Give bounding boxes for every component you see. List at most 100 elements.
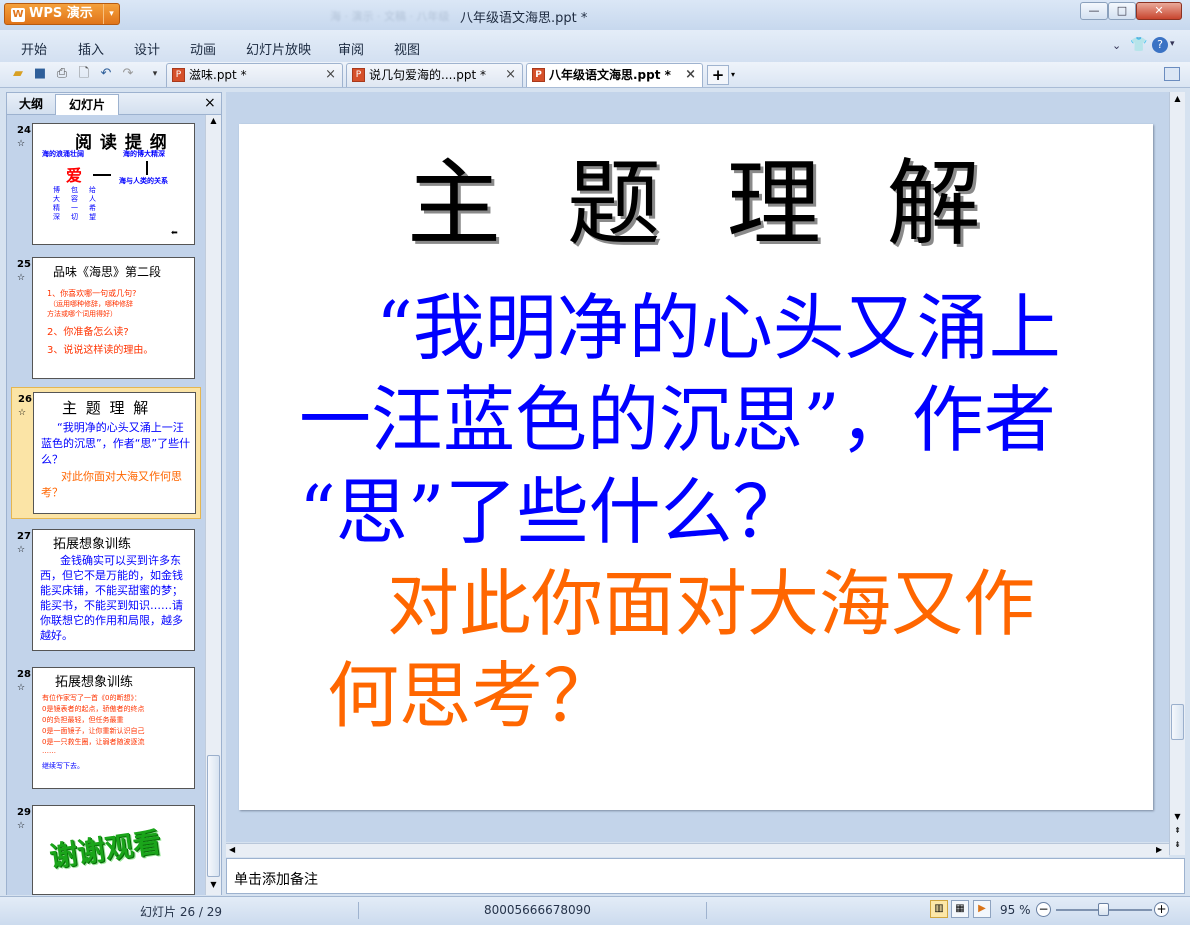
window-layout-icon[interactable] bbox=[1164, 67, 1180, 81]
menu-slideshow[interactable]: 幻灯片放映 bbox=[246, 39, 311, 58]
thumb-text: 3、说说这样读的理由。 bbox=[47, 345, 154, 356]
current-slide[interactable]: 主 题 理 解 “我明净的心头又涌上 一汪蓝色的沉思”，作者 “思”了些什么？ … bbox=[239, 124, 1153, 810]
tab-doc-3[interactable]: P 八年级语文海思.ppt * × bbox=[526, 63, 703, 87]
minimize-button[interactable]: — bbox=[1080, 2, 1108, 20]
previous-slide-icon[interactable]: ⇞ bbox=[1171, 826, 1184, 839]
horizontal-scrollbar[interactable]: ◀ ▶ bbox=[226, 843, 1169, 857]
slide-scrollbar[interactable]: ▲ ▼ ⇞ ⇟ bbox=[1169, 92, 1185, 855]
next-slide-icon[interactable]: ⇟ bbox=[1171, 840, 1184, 853]
ribbon-collapse-icon[interactable]: ⌄ bbox=[1112, 39, 1121, 52]
zoom-slider-thumb[interactable] bbox=[1098, 903, 1109, 916]
scroll-up-icon[interactable]: ▲ bbox=[207, 116, 220, 129]
status-info: 80005666678090 bbox=[484, 903, 591, 917]
print-icon[interactable]: ⎙ bbox=[54, 66, 70, 82]
skin-shirt-icon[interactable]: 👕 bbox=[1130, 37, 1147, 53]
status-divider bbox=[706, 902, 707, 919]
thumb-text: 2、你准备怎么读? bbox=[47, 327, 129, 338]
scroll-down-icon[interactable]: ▼ bbox=[1171, 812, 1184, 825]
app-menu-button[interactable]: W WPS 演示 ▾ bbox=[4, 3, 120, 25]
window-title: 八年级语文海思.ppt * bbox=[460, 11, 588, 26]
tab-doc-2[interactable]: P 说几句爱海的....ppt * × bbox=[346, 63, 523, 87]
thumb-text: 0是一面镜子，让你重新认识自己 bbox=[42, 727, 145, 735]
tab-doc-1[interactable]: P 滋味.ppt * × bbox=[166, 63, 343, 87]
thumb-text: 0是镜表者的起点，骄傲者的终点 bbox=[42, 705, 145, 713]
panel-tabs: 大纲 幻灯片 × bbox=[7, 93, 221, 115]
close-tab-icon[interactable]: × bbox=[325, 64, 336, 86]
scrollbar-thumb[interactable] bbox=[207, 755, 220, 877]
scrollbar-thumb[interactable] bbox=[1171, 704, 1184, 740]
toolbar-dropdown-icon[interactable]: ▾ bbox=[147, 66, 163, 82]
slide-thumb-27[interactable]: 27 ☆ 拓展想象训练 金钱确实可以买到许多东西，但它不是万能的，如金钱能买床铺… bbox=[11, 525, 201, 655]
prompt-line-2: 何思考？ bbox=[327, 654, 616, 738]
scroll-left-icon[interactable]: ◀ bbox=[229, 845, 235, 854]
slide-thumb-29[interactable]: 29 ☆ 谢谢观看 bbox=[11, 801, 201, 895]
save-icon[interactable]: ■ bbox=[32, 66, 48, 82]
transition-star-icon: ☆ bbox=[17, 821, 26, 831]
thumb-text: 博大精深 bbox=[53, 186, 60, 221]
menu-design[interactable]: 设计 bbox=[134, 39, 160, 58]
close-tab-icon[interactable]: × bbox=[505, 64, 516, 86]
slide-thumb-26[interactable]: 26 ☆ 主 题 理 解 “我明净的心头又涌上一汪蓝色的沉思”，作者“思”了些什… bbox=[11, 387, 201, 519]
transition-star-icon: ☆ bbox=[17, 273, 26, 283]
status-divider bbox=[358, 902, 359, 919]
tab-label: 八年级语文海思.ppt * bbox=[549, 68, 671, 82]
slide-thumb-24[interactable]: 24 ☆ 阅 读 提 纲 海的浪涌壮阔 海的博大精深 爱 海与人类的关系 博大精… bbox=[11, 119, 201, 249]
slide-title: 主 题 理 解 bbox=[407, 150, 999, 259]
thumb-text: 金钱确实可以买到许多东西，但它不是万能的，如金钱能买床铺，不能买甜蜜的梦；能买书… bbox=[40, 554, 183, 642]
menu-animation[interactable]: 动画 bbox=[190, 39, 216, 58]
help-dropdown-icon[interactable]: ▾ bbox=[1170, 39, 1175, 49]
question-line-2: 一汪蓝色的沉思”，作者 bbox=[299, 378, 1056, 462]
close-button[interactable]: ✕ bbox=[1136, 2, 1182, 20]
new-tab-plus-icon[interactable]: + bbox=[707, 65, 729, 85]
open-folder-icon[interactable]: ▰ bbox=[10, 66, 26, 82]
document-tab-bar: ▰ ■ ⎙ 🗋 ↶ ↷ ▾ P 滋味.ppt * × P 说几句爱海的....p… bbox=[0, 62, 1190, 88]
thumb-title: 品味《海思》第二段 bbox=[53, 265, 162, 279]
thumb-text: 0的负担最轻，但任务最重 bbox=[42, 716, 124, 724]
thumb-text: 爱 bbox=[66, 166, 83, 185]
chevron-down-icon: ▾ bbox=[103, 4, 119, 24]
maximize-button[interactable]: □ bbox=[1108, 2, 1136, 20]
slide-number: 29 bbox=[17, 807, 31, 818]
zoom-in-icon[interactable]: + bbox=[1154, 902, 1169, 917]
thumb-text: 海的浪涌壮阔 bbox=[42, 150, 84, 158]
transition-star-icon: ☆ bbox=[17, 139, 26, 149]
new-tab-dropdown-icon[interactable]: ▾ bbox=[731, 70, 735, 79]
scroll-up-icon[interactable]: ▲ bbox=[1171, 94, 1184, 107]
tab-slides[interactable]: 幻灯片 bbox=[55, 94, 119, 115]
thumbnail-scrollbar[interactable]: ▲ ▼ bbox=[205, 115, 221, 895]
thumb-text: （运用哪种修辞，哪种修辞 bbox=[49, 300, 133, 308]
slide-thumb-25[interactable]: 25 ☆ 品味《海思》第二段 1、你喜欢哪一句或几句? （运用哪种修辞，哪种修辞… bbox=[11, 253, 201, 383]
ppt-file-icon: P bbox=[172, 68, 185, 82]
thumb-text: 给人希望 bbox=[89, 186, 96, 221]
thumb-text: 包容一切 bbox=[71, 186, 78, 221]
zoom-out-icon[interactable]: − bbox=[1036, 902, 1051, 917]
undo-icon[interactable]: ↶ bbox=[98, 66, 114, 82]
close-panel-icon[interactable]: × bbox=[204, 95, 216, 111]
tab-outline[interactable]: 大纲 bbox=[9, 94, 53, 115]
slide-number: 28 bbox=[17, 669, 31, 680]
slide-number: 24 bbox=[17, 125, 31, 136]
redo-icon[interactable]: ↷ bbox=[120, 66, 136, 82]
close-tab-icon[interactable]: × bbox=[685, 64, 696, 86]
slideshow-play-icon[interactable]: ▶ bbox=[973, 900, 991, 918]
app-name: WPS 演示 bbox=[29, 6, 93, 21]
thumb-text: 1、你喜欢哪一句或几句? bbox=[47, 289, 137, 298]
menu-home[interactable]: 开始 bbox=[21, 39, 47, 58]
slide-thumb-28[interactable]: 28 ☆ 拓展想象训练 有位作家写了一首《0的断想》： 0是镜表者的起点，骄傲者… bbox=[11, 663, 201, 793]
scroll-down-icon[interactable]: ▼ bbox=[207, 880, 220, 893]
notes-placeholder: 单击添加备注 bbox=[234, 872, 318, 888]
menu-review[interactable]: 审阅 bbox=[338, 39, 364, 58]
help-icon[interactable]: ? bbox=[1152, 37, 1168, 53]
menu-insert[interactable]: 插入 bbox=[78, 39, 104, 58]
slide-sorter-icon[interactable]: ▦ bbox=[951, 900, 969, 918]
ppt-file-icon: P bbox=[352, 68, 365, 82]
slide-number: 27 bbox=[17, 531, 31, 542]
normal-view-icon[interactable]: ▥ bbox=[930, 900, 948, 918]
menu-view[interactable]: 视图 bbox=[394, 39, 420, 58]
notes-pane[interactable]: 单击添加备注 bbox=[226, 858, 1185, 894]
thumb-title: 主 题 理 解 bbox=[62, 399, 151, 417]
thumb-text: 0是一只救生圈，让弱者随波逐流 bbox=[42, 738, 145, 746]
title-bar: W WPS 演示 ▾ 海 · 演示 · 文稿 · 八年级 八年级语文海思.ppt … bbox=[0, 0, 1190, 30]
scroll-right-icon[interactable]: ▶ bbox=[1156, 845, 1162, 854]
print-preview-icon[interactable]: 🗋 bbox=[76, 66, 92, 82]
